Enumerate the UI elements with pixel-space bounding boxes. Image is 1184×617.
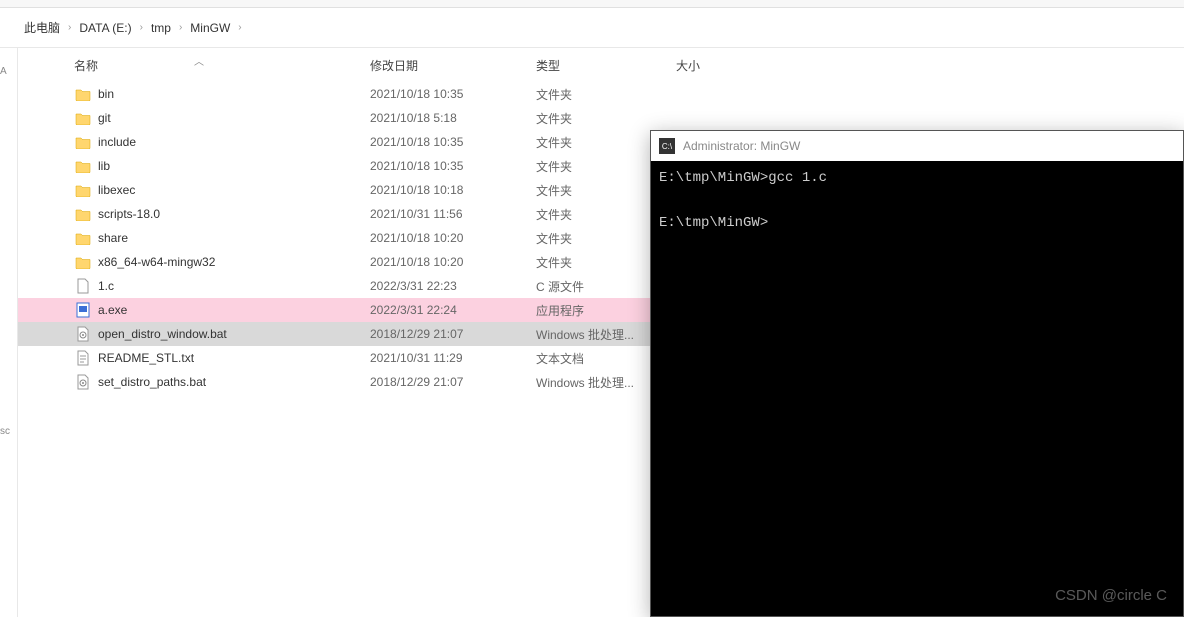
- file-type: 文件夹: [536, 86, 676, 103]
- file-date: 2021/10/18 10:20: [370, 255, 536, 269]
- breadcrumb-item[interactable]: tmp: [147, 17, 175, 39]
- file-date: 2021/10/18 10:35: [370, 135, 536, 149]
- table-row[interactable]: bin2021/10/18 10:35文件夹: [18, 82, 1184, 106]
- file-name: bin: [98, 87, 370, 101]
- chevron-right-icon: ›: [234, 22, 245, 33]
- file-date: 2021/10/18 10:35: [370, 87, 536, 101]
- file-icon: [74, 278, 92, 294]
- chevron-right-icon: ›: [175, 22, 186, 33]
- file-date: 2021/10/31 11:29: [370, 351, 536, 365]
- folder-icon: [74, 206, 92, 222]
- nav-tree-collapsed[interactable]: A sc: [0, 48, 18, 617]
- file-date: 2022/3/31 22:24: [370, 303, 536, 317]
- terminal-window[interactable]: C:\ Administrator: MinGW E:\tmp\MinGW>gc…: [650, 130, 1184, 617]
- folder-icon: [74, 254, 92, 270]
- terminal-titlebar[interactable]: C:\ Administrator: MinGW: [651, 131, 1183, 161]
- watermark: CSDN @circle C: [1055, 587, 1167, 604]
- file-date: 2021/10/18 10:18: [370, 183, 536, 197]
- file-name: libexec: [98, 183, 370, 197]
- cmd-icon: C:\: [659, 138, 675, 154]
- chevron-right-icon: ›: [64, 22, 75, 33]
- breadcrumb-item[interactable]: 此电脑: [20, 15, 64, 40]
- file-name: git: [98, 111, 370, 125]
- window-top-strip: [0, 0, 1184, 8]
- breadcrumb-item[interactable]: DATA (E:): [75, 17, 135, 39]
- file-name: a.exe: [98, 303, 370, 317]
- file-name: set_distro_paths.bat: [98, 375, 370, 389]
- folder-icon: [74, 110, 92, 126]
- file-date: 2021/10/18 5:18: [370, 111, 536, 125]
- nav-tree-char: A: [0, 52, 17, 92]
- terminal-title-text: Administrator: MinGW: [683, 139, 800, 153]
- breadcrumb-item[interactable]: MinGW: [186, 17, 234, 39]
- exe-icon: [74, 302, 92, 318]
- file-name: open_distro_window.bat: [98, 327, 370, 341]
- bat-icon: [74, 326, 92, 342]
- folder-icon: [74, 158, 92, 174]
- file-date: 2021/10/18 10:20: [370, 231, 536, 245]
- table-row[interactable]: git2021/10/18 5:18文件夹: [18, 106, 1184, 130]
- column-headers: 名称 ︿ 修改日期 类型 大小: [18, 48, 1184, 82]
- column-header-type[interactable]: 类型: [536, 57, 676, 74]
- file-name: x86_64-w64-mingw32: [98, 255, 370, 269]
- file-date: 2018/12/29 21:07: [370, 327, 536, 341]
- file-type: 文件夹: [536, 110, 676, 127]
- file-date: 2021/10/18 10:35: [370, 159, 536, 173]
- file-name: include: [98, 135, 370, 149]
- folder-icon: [74, 134, 92, 150]
- terminal-body[interactable]: E:\tmp\MinGW>gcc 1.c E:\tmp\MinGW>: [651, 161, 1183, 240]
- column-label: 名称: [74, 59, 98, 73]
- bat-icon: [74, 374, 92, 390]
- nav-tree-char: sc: [0, 412, 17, 452]
- file-name: share: [98, 231, 370, 245]
- column-header-size[interactable]: 大小: [676, 57, 776, 74]
- txt-icon: [74, 350, 92, 366]
- folder-icon: [74, 86, 92, 102]
- folder-icon: [74, 230, 92, 246]
- column-header-name[interactable]: 名称 ︿: [74, 57, 370, 74]
- file-name: lib: [98, 159, 370, 173]
- breadcrumb[interactable]: 此电脑 › DATA (E:) › tmp › MinGW ›: [0, 8, 1184, 48]
- chevron-right-icon: ›: [136, 22, 147, 33]
- file-name: scripts-18.0: [98, 207, 370, 221]
- file-name: README_STL.txt: [98, 351, 370, 365]
- file-date: 2022/3/31 22:23: [370, 279, 536, 293]
- file-date: 2021/10/31 11:56: [370, 207, 536, 221]
- sort-indicator-icon: ︿: [194, 53, 204, 68]
- column-header-date[interactable]: 修改日期: [370, 57, 536, 74]
- folder-icon: [74, 182, 92, 198]
- file-name: 1.c: [98, 279, 370, 293]
- file-date: 2018/12/29 21:07: [370, 375, 536, 389]
